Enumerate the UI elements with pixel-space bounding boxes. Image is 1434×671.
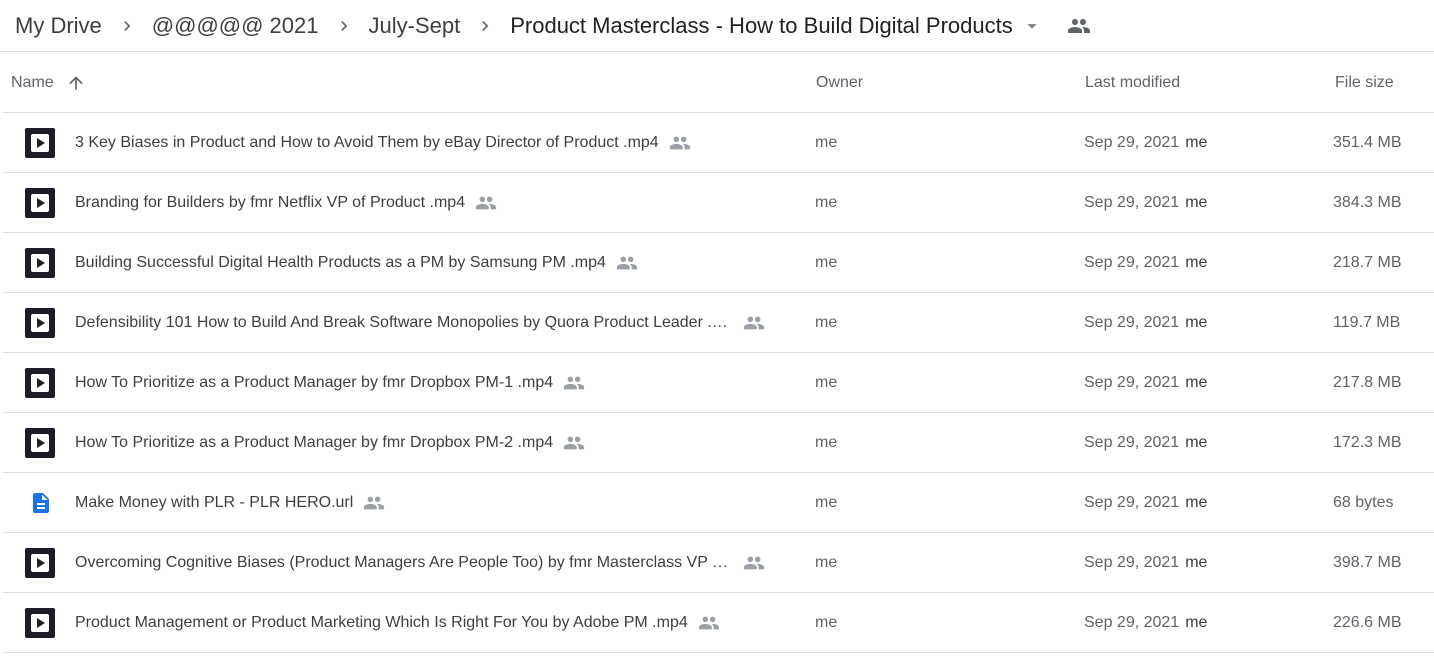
video-thumbnail-icon [25, 608, 55, 638]
file-size: 119.7 MB [1333, 314, 1401, 331]
file-size: 217.8 MB [1333, 374, 1402, 391]
column-header-row: Name Owner Last modified File size [3, 53, 1434, 113]
column-header-name[interactable]: Name [11, 53, 86, 113]
chevron-right-icon [102, 16, 152, 36]
file-name: Building Successful Digital Health Produ… [75, 233, 638, 293]
file-modified: Sep 29, 2021 me [1084, 533, 1207, 593]
video-thumbnail-icon [25, 368, 55, 398]
chevron-right-icon [319, 16, 369, 36]
shared-folder-icon[interactable] [1067, 14, 1091, 38]
modified-date: Sep 29, 2021 [1084, 554, 1180, 571]
video-thumbnail-icon [25, 548, 55, 578]
modified-date: Sep 29, 2021 [1084, 614, 1180, 631]
modified-date: Sep 29, 2021 [1084, 494, 1180, 511]
file-owner: me [815, 434, 838, 451]
file-owner: me [815, 614, 838, 631]
breadcrumb-current-folder[interactable]: Product Masterclass - How to Build Digit… [510, 13, 1013, 39]
file-size: 351.4 MB [1333, 134, 1402, 151]
people-icon [475, 192, 497, 214]
modified-date: Sep 29, 2021 [1084, 134, 1180, 151]
modified-date: Sep 29, 2021 [1084, 254, 1180, 271]
file-name: How To Prioritize as a Product Manager b… [75, 413, 585, 473]
file-row[interactable]: 3 Key Biases in Product and How to Avoid… [3, 113, 1434, 173]
video-thumbnail-icon [25, 128, 55, 158]
file-list: 3 Key Biases in Product and How to Avoid… [3, 113, 1434, 653]
breadcrumb: My Drive @@@@@ 2021 July-Sept Product Ma… [0, 0, 1434, 52]
breadcrumb-my-drive[interactable]: My Drive [15, 13, 102, 39]
file-row[interactable]: Branding for Builders by fmr Netflix VP … [3, 173, 1434, 233]
modified-date: Sep 29, 2021 [1084, 374, 1180, 391]
file-name: How To Prioritize as a Product Manager b… [75, 353, 585, 413]
people-icon [698, 612, 720, 634]
modified-date: Sep 29, 2021 [1084, 314, 1180, 331]
file-modified: Sep 29, 2021 me [1084, 173, 1207, 233]
people-icon [363, 492, 385, 514]
file-size: 226.6 MB [1333, 614, 1402, 631]
file-owner: me [815, 254, 838, 271]
file-owner: me [815, 494, 838, 511]
people-icon [669, 132, 691, 154]
file-name: Defensibility 101 How to Build And Break… [75, 293, 765, 353]
file-modified: Sep 29, 2021 me [1084, 473, 1207, 533]
file-row[interactable]: How To Prioritize as a Product Manager b… [3, 413, 1434, 473]
file-name: 3 Key Biases in Product and How to Avoid… [75, 113, 691, 173]
file-row[interactable]: Defensibility 101 How to Build And Break… [3, 293, 1434, 353]
breadcrumb-july-sept[interactable]: July-Sept [369, 13, 461, 39]
chevron-right-icon [460, 16, 510, 36]
people-icon [616, 252, 638, 274]
video-thumbnail-icon [25, 188, 55, 218]
column-header-last-modified[interactable]: Last modified [1085, 53, 1180, 113]
file-modified: Sep 29, 2021 me [1084, 233, 1207, 293]
file-owner: me [815, 314, 838, 331]
file-name: Overcoming Cognitive Biases (Product Man… [75, 533, 765, 593]
video-thumbnail-icon [25, 308, 55, 338]
file-size: 384.3 MB [1333, 194, 1402, 211]
people-icon [563, 372, 585, 394]
modified-by: me [1185, 494, 1208, 511]
doc-icon [29, 491, 53, 520]
breadcrumb-year-folder[interactable]: @@@@@ 2021 [152, 13, 319, 39]
file-owner: me [815, 134, 838, 151]
modified-by: me [1185, 134, 1208, 151]
file-row[interactable]: Building Successful Digital Health Produ… [3, 233, 1434, 293]
modified-by: me [1185, 314, 1208, 331]
file-owner: me [815, 374, 838, 391]
file-name: Branding for Builders by fmr Netflix VP … [75, 173, 497, 233]
column-header-file-size[interactable]: File size [1335, 53, 1394, 113]
file-row[interactable]: How To Prioritize as a Product Manager b… [3, 353, 1434, 413]
folder-menu-dropdown-icon[interactable] [1021, 15, 1043, 37]
video-thumbnail-icon [25, 248, 55, 278]
file-size: 172.3 MB [1333, 434, 1402, 451]
file-modified: Sep 29, 2021 me [1084, 593, 1207, 653]
file-name: Make Money with PLR - PLR HERO.url [75, 473, 385, 533]
file-modified: Sep 29, 2021 me [1084, 113, 1207, 173]
modified-by: me [1185, 554, 1208, 571]
arrow-up-icon[interactable] [66, 73, 86, 93]
people-icon [563, 432, 585, 454]
file-modified: Sep 29, 2021 me [1084, 413, 1207, 473]
people-icon [743, 312, 765, 334]
modified-by: me [1185, 614, 1208, 631]
file-size: 218.7 MB [1333, 254, 1402, 271]
file-row[interactable]: Make Money with PLR - PLR HERO.url me Se… [3, 473, 1434, 533]
column-header-name-label: Name [11, 74, 54, 91]
people-icon [743, 552, 765, 574]
modified-by: me [1185, 434, 1208, 451]
file-row[interactable]: Overcoming Cognitive Biases (Product Man… [3, 533, 1434, 593]
file-size: 398.7 MB [1333, 554, 1402, 571]
video-thumbnail-icon [25, 428, 55, 458]
modified-date: Sep 29, 2021 [1084, 434, 1180, 451]
modified-by: me [1185, 194, 1208, 211]
file-owner: me [815, 554, 838, 571]
file-size: 68 bytes [1333, 494, 1394, 511]
file-row[interactable]: Product Management or Product Marketing … [3, 593, 1434, 653]
file-modified: Sep 29, 2021 me [1084, 293, 1207, 353]
file-modified: Sep 29, 2021 me [1084, 353, 1207, 413]
column-header-owner[interactable]: Owner [816, 53, 863, 113]
file-name: Product Management or Product Marketing … [75, 593, 720, 653]
modified-by: me [1185, 254, 1208, 271]
file-owner: me [815, 194, 838, 211]
modified-date: Sep 29, 2021 [1084, 194, 1180, 211]
modified-by: me [1185, 374, 1208, 391]
